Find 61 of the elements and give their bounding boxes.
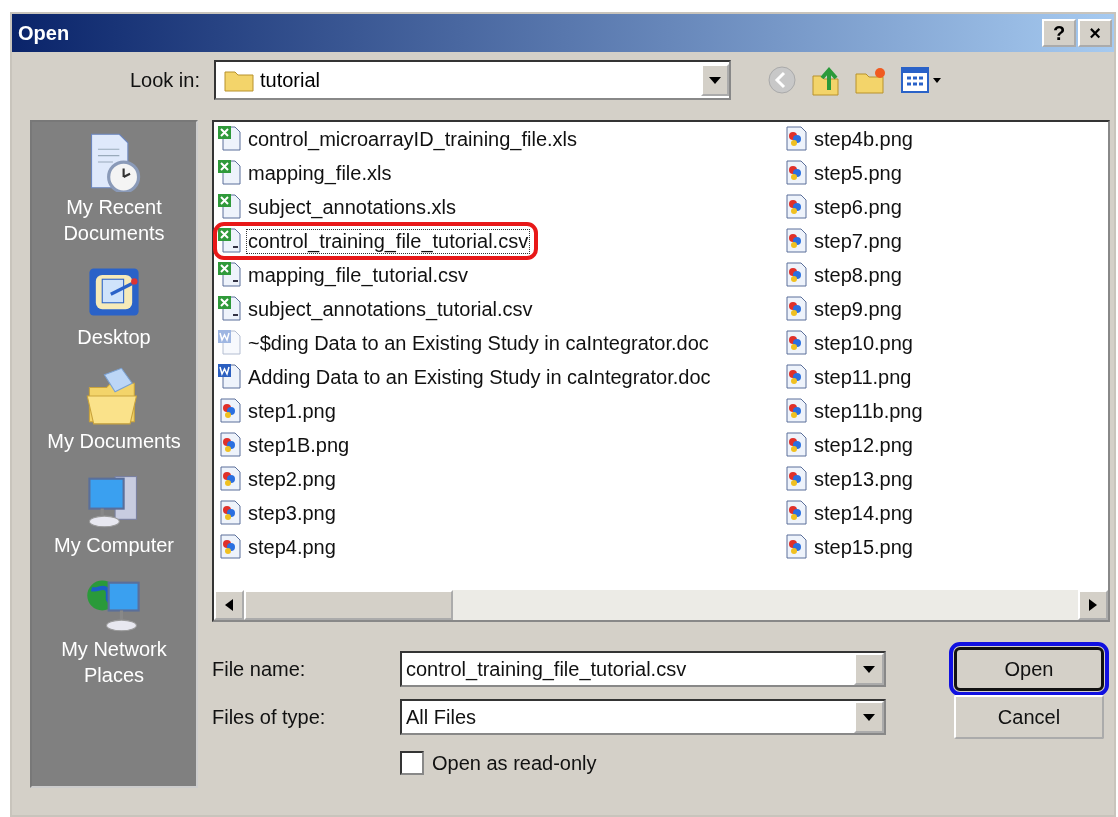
file-item[interactable]: step11b.png <box>783 396 929 426</box>
dropdown-button[interactable] <box>701 64 729 96</box>
places-shortcut[interactable]: My Network Places <box>34 572 194 688</box>
file-type-combo[interactable]: All Files <box>400 699 886 735</box>
file-item[interactable]: step4b.png <box>783 124 919 154</box>
scrollbar-thumb[interactable] <box>244 590 453 620</box>
places-label: My Computer <box>54 533 174 558</box>
file-item[interactable]: subject_annotations_tutorial.csv <box>217 294 539 324</box>
file-item[interactable]: step3.png <box>217 498 342 528</box>
file-item[interactable]: step1B.png <box>217 430 356 460</box>
horizontal-scrollbar[interactable] <box>214 590 1108 620</box>
places-shortcut[interactable]: My Recent Documents <box>34 130 194 246</box>
file-item[interactable]: step11.png <box>783 362 918 392</box>
file-name-combo[interactable]: control_training_file_tutorial.csv <box>400 651 886 687</box>
places-shortcut[interactable]: My Computer <box>34 468 194 558</box>
file-item[interactable]: mapping_file_tutorial.csv <box>217 260 475 290</box>
file-type-label: Files of type: <box>212 705 327 729</box>
window-title: Open <box>18 21 71 45</box>
places-label: My Documents <box>47 429 181 454</box>
caret-icon <box>863 665 875 673</box>
places-label: My Recent Documents <box>62 195 166 246</box>
file-item[interactable]: step14.png <box>783 498 919 528</box>
file-item[interactable]: step1.png <box>217 396 342 426</box>
file-item[interactable]: step2.png <box>217 464 342 494</box>
view-menu-icon[interactable] <box>901 67 943 93</box>
places-shortcut[interactable]: My Documents <box>34 364 194 454</box>
help-button[interactable]: ? <box>1042 19 1076 47</box>
right-arrow-icon <box>1089 599 1097 611</box>
file-item[interactable]: control_microarrayID_training_file.xls <box>217 124 583 154</box>
file-item[interactable]: Adding Data to an Existing Study in caIntegrator.doc <box>217 362 717 392</box>
close-button[interactable]: × <box>1078 19 1112 47</box>
file-item[interactable]: ~$ding Data to an Existing Study in caIntegrator.doc <box>217 328 715 358</box>
file-name-label: File name: <box>212 657 307 681</box>
file-item[interactable]: step8.png <box>783 260 908 290</box>
file-item[interactable]: step12.png <box>783 430 919 460</box>
look-in-combo[interactable]: tutorial <box>214 60 731 100</box>
file-item[interactable]: mapping_file.xls <box>217 158 398 188</box>
file-item[interactable]: step5.png <box>783 158 908 188</box>
file-item[interactable]: step6.png <box>783 192 908 222</box>
places-label: My Network Places <box>60 637 168 688</box>
places-shortcut[interactable]: Desktop <box>34 260 194 350</box>
dropdown-button[interactable] <box>854 653 884 685</box>
caret-icon <box>709 76 721 84</box>
left-arrow-icon <box>225 599 233 611</box>
file-item[interactable]: step13.png <box>783 464 919 494</box>
read-only-checkbox[interactable] <box>400 751 424 775</box>
file-item[interactable]: step4.png <box>217 532 342 562</box>
dropdown-button[interactable] <box>854 701 884 733</box>
read-only-label: Open as read-only <box>432 751 597 775</box>
folder-icon <box>224 68 254 92</box>
places-label: Desktop <box>77 325 151 350</box>
look-in-label: Look in: <box>128 68 200 92</box>
scroll-right-button[interactable] <box>1078 590 1108 620</box>
file-item[interactable]: subject_annotations.xls <box>217 192 462 222</box>
file-item[interactable]: step10.png <box>783 328 919 358</box>
scroll-left-button[interactable] <box>214 590 244 620</box>
file-item[interactable]: step7.png <box>783 226 908 256</box>
caret-icon <box>863 713 875 721</box>
file-item[interactable]: step9.png <box>783 294 908 324</box>
cancel-button[interactable]: Cancel <box>954 695 1104 739</box>
file-item[interactable]: step15.png <box>783 532 919 562</box>
